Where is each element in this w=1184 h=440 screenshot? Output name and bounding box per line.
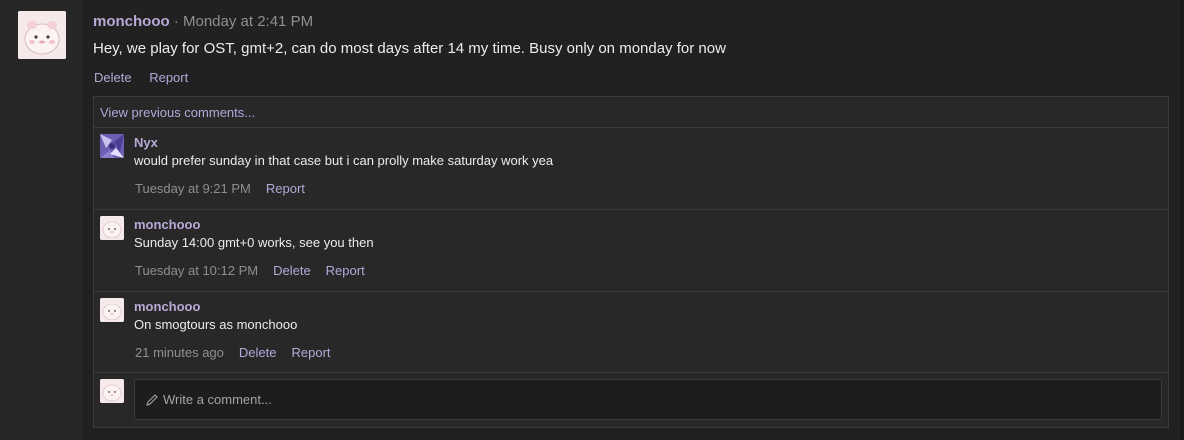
comment-author[interactable]: monchooo <box>134 217 200 233</box>
pencil-icon <box>146 393 158 406</box>
comment-meta: Tuesday at 10:12 PM Delete Report <box>135 263 380 279</box>
view-previous-comments-link[interactable]: View previous comments... <box>94 97 1168 128</box>
avatar[interactable] <box>100 216 124 240</box>
comment-timestamp[interactable]: Tuesday at 9:21 PM <box>135 181 251 196</box>
report-comment-button[interactable]: Report <box>291 345 330 360</box>
delete-comment-button[interactable]: Delete <box>239 345 277 360</box>
purple-art-avatar-icon <box>100 134 124 158</box>
comment-input[interactable]: Write a comment... <box>134 379 1162 420</box>
comment-item: Nyx would prefer sunday in that case but… <box>94 128 1168 210</box>
report-comment-button[interactable]: Report <box>266 181 305 196</box>
avatar <box>100 379 124 403</box>
comment-timestamp[interactable]: Tuesday at 10:12 PM <box>135 263 258 278</box>
post-content: monchooo · Monday at 2:41 PM Hey, we pla… <box>83 0 1184 440</box>
comment-author[interactable]: monchooo <box>134 299 200 315</box>
header-separator: · <box>169 13 183 30</box>
avatar[interactable] <box>100 298 124 322</box>
avatar[interactable] <box>18 11 66 59</box>
comment-text: Sunday 14:00 gmt+0 works, see you then <box>134 235 374 250</box>
post-timestamp[interactable]: Monday at 2:41 PM <box>183 13 313 30</box>
comment-item: monchooo On smogtours as monchooo 21 min… <box>94 292 1168 373</box>
comment-author[interactable]: Nyx <box>134 135 158 151</box>
pink-creature-avatar-icon <box>100 379 124 403</box>
pink-creature-avatar-icon <box>100 298 124 322</box>
comment-timestamp[interactable]: 21 minutes ago <box>135 345 224 360</box>
report-comment-button[interactable]: Report <box>326 263 365 278</box>
comment-input-placeholder: Write a comment... <box>163 392 272 407</box>
comment-meta: 21 minutes ago Delete Report <box>135 345 346 361</box>
comments-section: View previous comments... Nyx would pref… <box>93 96 1169 428</box>
pink-creature-avatar-icon <box>100 216 124 240</box>
post-author[interactable]: monchooo <box>93 13 170 30</box>
delete-post-button[interactable]: Delete <box>94 70 132 85</box>
comment-text: would prefer sunday in that case but i c… <box>134 153 554 168</box>
post-header: monchooo · Monday at 2:41 PM <box>93 13 313 31</box>
comment-item: monchooo Sunday 14:00 gmt+0 works, see y… <box>94 210 1168 292</box>
avatar[interactable] <box>100 134 124 158</box>
scrollbar[interactable] <box>1180 0 1184 440</box>
delete-comment-button[interactable]: Delete <box>273 263 311 278</box>
comment-meta: Tuesday at 9:21 PM Report <box>135 181 320 197</box>
comment-text: On smogtours as monchooo <box>134 317 298 332</box>
report-post-button[interactable]: Report <box>149 70 188 85</box>
post-body: Hey, we play for OST, gmt+2, can do most… <box>93 40 726 57</box>
post-actions: Delete Report <box>94 70 202 86</box>
left-rail <box>0 0 83 440</box>
pink-creature-avatar-icon <box>18 11 66 59</box>
write-comment-row: Write a comment... <box>94 373 1168 427</box>
